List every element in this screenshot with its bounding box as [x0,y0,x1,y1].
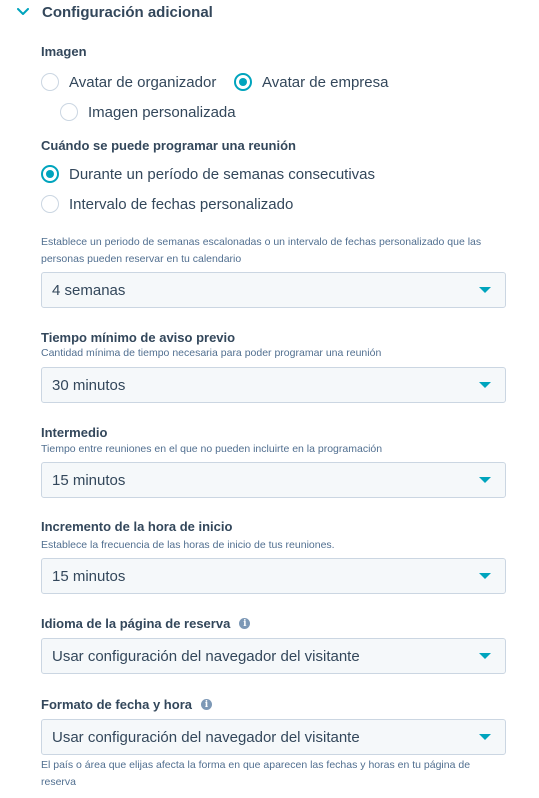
when-help-line2: personas pueden reservar en tu calendari… [41,253,242,265]
caret-down-icon [479,287,491,293]
buffer-label: Intermedio [41,425,108,440]
radio-label: Intervalo de fechas personalizado [69,195,294,213]
chevron-down-icon [16,5,30,19]
radio-circle [234,73,252,91]
format-help-line2: reserva [41,776,77,788]
format-help: El país o área que elijas afecta la form… [41,757,470,791]
radio-avatar-company[interactable]: Avatar de empresa [234,73,388,91]
format-label: Formato de fecha y hora [41,697,192,712]
language-select-value: Usar configuración del navegador del vis… [52,647,360,665]
caret-down-icon [479,382,491,388]
language-label-row: Idioma de la página de reserva i [41,616,251,631]
notice-select[interactable]: 30 minutos [41,367,506,403]
info-icon[interactable]: i [200,699,212,710]
buffer-help: Tiempo entre reuniones en el que no pued… [41,443,383,455]
caret-down-icon [479,653,491,659]
language-label: Idioma de la página de reserva [41,616,231,631]
increment-select[interactable]: 15 minutos [41,558,506,594]
when-help: Establece un periodo de semanas escalona… [41,234,481,268]
radio-avatar-organizer[interactable]: Avatar de organizador [41,73,216,91]
buffer-select[interactable]: 15 minutos [41,462,506,498]
buffer-select-value: 15 minutos [52,471,126,489]
radio-label: Durante un período de semanas consecutiv… [69,165,376,183]
format-select-value: Usar configuración del navegador del vis… [52,728,360,746]
format-select[interactable]: Usar configuración del navegador del vis… [41,719,506,755]
caret-down-icon [479,477,491,483]
info-icon[interactable]: i [239,618,251,629]
when-help-line1: Establece un periodo de semanas escalona… [41,236,482,248]
when-label: Cuándo se puede programar una reunión [41,138,296,153]
notice-select-value: 30 minutos [52,376,126,394]
increment-select-value: 15 minutos [52,567,126,585]
radio-label: Avatar de organizador [69,73,217,91]
format-label-row: Formato de fecha y hora i [41,697,212,712]
radio-circle [41,73,59,91]
radio-circle [41,195,59,213]
radio-custom-date-range[interactable]: Intervalo de fechas personalizado [41,195,293,213]
radio-circle [60,103,78,121]
notice-help: Cantidad mínima de tiempo necesaria para… [41,347,382,359]
radio-label: Avatar de empresa [262,73,389,91]
format-help-line1: El país o área que elijas afecta la form… [41,759,471,771]
caret-down-icon [479,734,491,740]
section-header-toggle[interactable]: Configuración adicional [16,2,213,22]
weeks-select[interactable]: 4 semanas [41,272,506,308]
section-title: Configuración adicional [42,3,213,21]
increment-label: Incremento de la hora de inicio [41,519,233,534]
radio-consecutive-weeks[interactable]: Durante un período de semanas consecutiv… [41,165,375,183]
notice-label: Tiempo mínimo de aviso previo [41,330,236,345]
increment-help: Establece la frecuencia de las horas de … [41,539,335,551]
image-label: Imagen [41,44,87,59]
radio-label: Imagen personalizada [88,103,236,121]
caret-down-icon [479,573,491,579]
radio-custom-image[interactable]: Imagen personalizada [60,103,236,121]
language-select[interactable]: Usar configuración del navegador del vis… [41,638,506,674]
weeks-select-value: 4 semanas [52,281,126,299]
radio-circle [41,165,59,183]
